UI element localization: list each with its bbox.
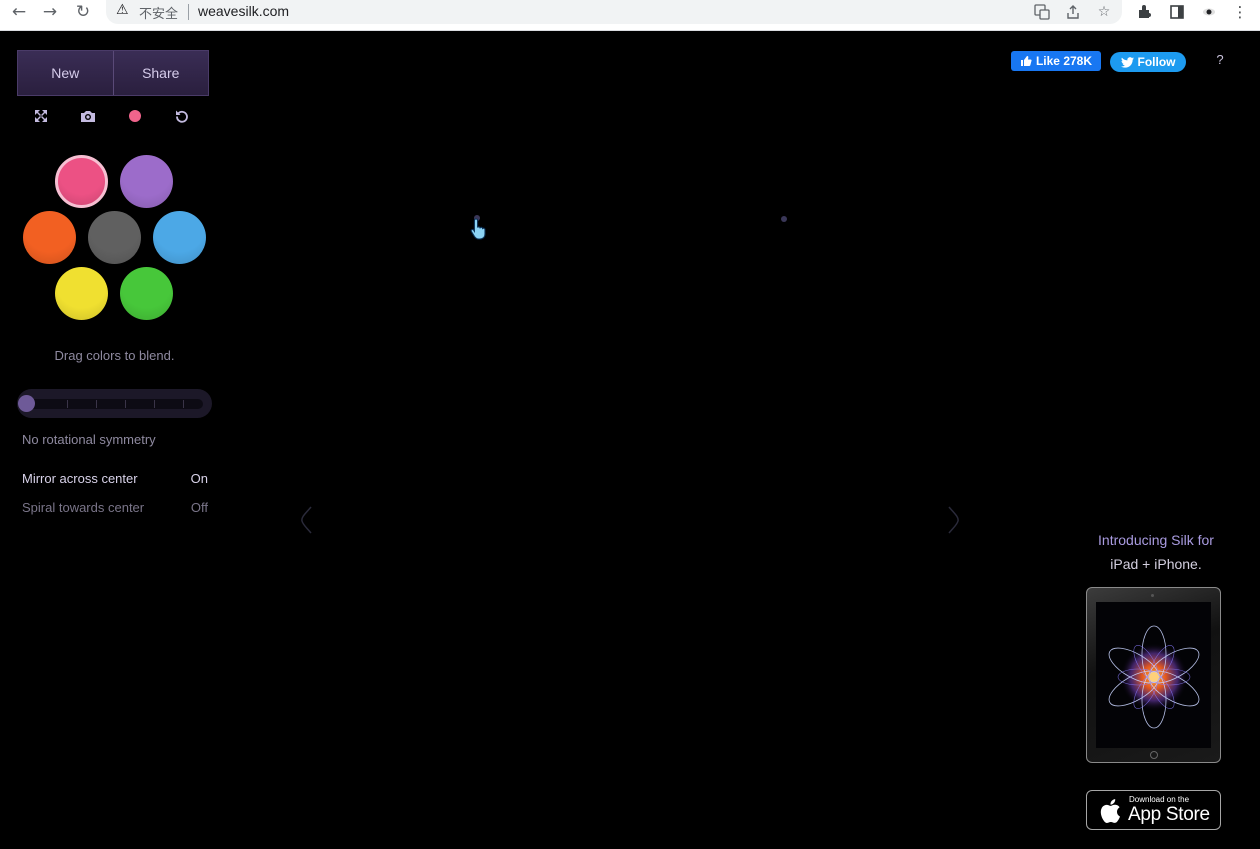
slider-rail bbox=[27, 399, 203, 409]
mirror-state: On bbox=[190, 471, 208, 486]
omnibox-separator bbox=[188, 4, 189, 20]
follow-label: Follow bbox=[1137, 55, 1176, 69]
url-text[interactable]: weavesilk.com bbox=[198, 3, 289, 19]
hand-cursor-icon bbox=[470, 218, 486, 240]
ipad-camera bbox=[1151, 594, 1154, 597]
address-bar[interactable]: ⚠ 不安全 weavesilk.com ☆ bbox=[106, 0, 1122, 24]
spiral-toggle[interactable]: Spiral towards center Off bbox=[22, 500, 208, 518]
promo-line-1: Introducing Silk for bbox=[1098, 532, 1214, 548]
slider-thumb[interactable] bbox=[18, 395, 35, 412]
apple-logo-icon bbox=[1100, 799, 1120, 824]
extensions-icon[interactable] bbox=[1134, 1, 1156, 23]
color-swatch-yellow[interactable] bbox=[55, 267, 108, 320]
symmetry-label: No rotational symmetry bbox=[22, 432, 156, 447]
twitter-follow-button[interactable]: Follow bbox=[1110, 52, 1186, 72]
color-swatch-green[interactable] bbox=[120, 267, 173, 320]
silk-flower-artwork bbox=[1108, 625, 1200, 729]
faint-silk-stroke bbox=[301, 506, 312, 534]
share-button[interactable]: Share bbox=[112, 51, 208, 95]
ipad-image[interactable] bbox=[1086, 587, 1221, 763]
mirror-toggle[interactable]: Mirror across center On bbox=[22, 471, 208, 489]
color-swatch-gray[interactable] bbox=[88, 211, 141, 264]
app-store-small-text: Download on the bbox=[1129, 795, 1190, 804]
facebook-like-button[interactable]: Like 278K bbox=[1011, 51, 1101, 71]
browser-toolbar: ← → ↻ ⚠ 不安全 weavesilk.com ☆ ⋮ bbox=[0, 0, 1260, 31]
slider-tick bbox=[96, 400, 97, 408]
slider-tick bbox=[183, 400, 184, 408]
profile-icon[interactable] bbox=[1198, 1, 1220, 23]
color-swatch-orange[interactable] bbox=[23, 211, 76, 264]
translate-icon[interactable] bbox=[1032, 2, 1052, 22]
slider-tick bbox=[154, 400, 155, 408]
menu-icon[interactable]: ⋮ bbox=[1229, 1, 1251, 23]
camera-icon[interactable] bbox=[77, 106, 99, 126]
thumbs-up-icon bbox=[1020, 56, 1032, 66]
blend-hint: Drag colors to blend. bbox=[54, 348, 175, 363]
color-swatch-pink[interactable] bbox=[55, 155, 108, 208]
faint-silk-stroke bbox=[948, 506, 959, 534]
color-dot-icon[interactable] bbox=[124, 106, 146, 126]
app-store-badge[interactable]: Download on the App Store bbox=[1086, 790, 1221, 830]
slider-tick bbox=[125, 400, 126, 408]
mirror-label: Mirror across center bbox=[22, 471, 138, 486]
mirror-point bbox=[781, 216, 787, 222]
slider-tick bbox=[67, 400, 68, 408]
side-panel-icon[interactable] bbox=[1166, 1, 1188, 23]
like-count: Like 278K bbox=[1035, 54, 1093, 68]
symmetry-slider[interactable] bbox=[17, 389, 212, 418]
new-share-group: New Share bbox=[17, 50, 209, 96]
app-store-big-text: App Store bbox=[1128, 804, 1210, 825]
warning-triangle-icon[interactable]: ⚠ bbox=[116, 2, 129, 18]
help-button[interactable]: ? bbox=[1212, 52, 1228, 70]
promo-text: Introducing Silk for iPad + iPhone. bbox=[1070, 528, 1242, 576]
security-label[interactable]: 不安全 bbox=[139, 3, 178, 22]
share-icon[interactable] bbox=[1063, 2, 1083, 22]
promo-line-2: iPad + iPhone. bbox=[1110, 556, 1202, 572]
ipad-screen bbox=[1096, 602, 1211, 748]
ipad-home-button bbox=[1150, 751, 1158, 759]
fullscreen-icon[interactable] bbox=[30, 106, 52, 126]
new-button[interactable]: New bbox=[18, 51, 113, 95]
undo-icon[interactable] bbox=[171, 106, 193, 126]
back-icon[interactable]: ← bbox=[7, 0, 31, 24]
twitter-bird-icon bbox=[1120, 56, 1134, 68]
color-swatch-blue[interactable] bbox=[153, 211, 206, 264]
spiral-label: Spiral towards center bbox=[22, 500, 145, 515]
spiral-state: Off bbox=[190, 500, 208, 515]
star-icon[interactable]: ☆ bbox=[1094, 2, 1114, 22]
color-swatch-purple[interactable] bbox=[120, 155, 173, 208]
forward-icon[interactable]: → bbox=[38, 0, 62, 24]
reload-icon[interactable]: ↻ bbox=[71, 0, 95, 24]
